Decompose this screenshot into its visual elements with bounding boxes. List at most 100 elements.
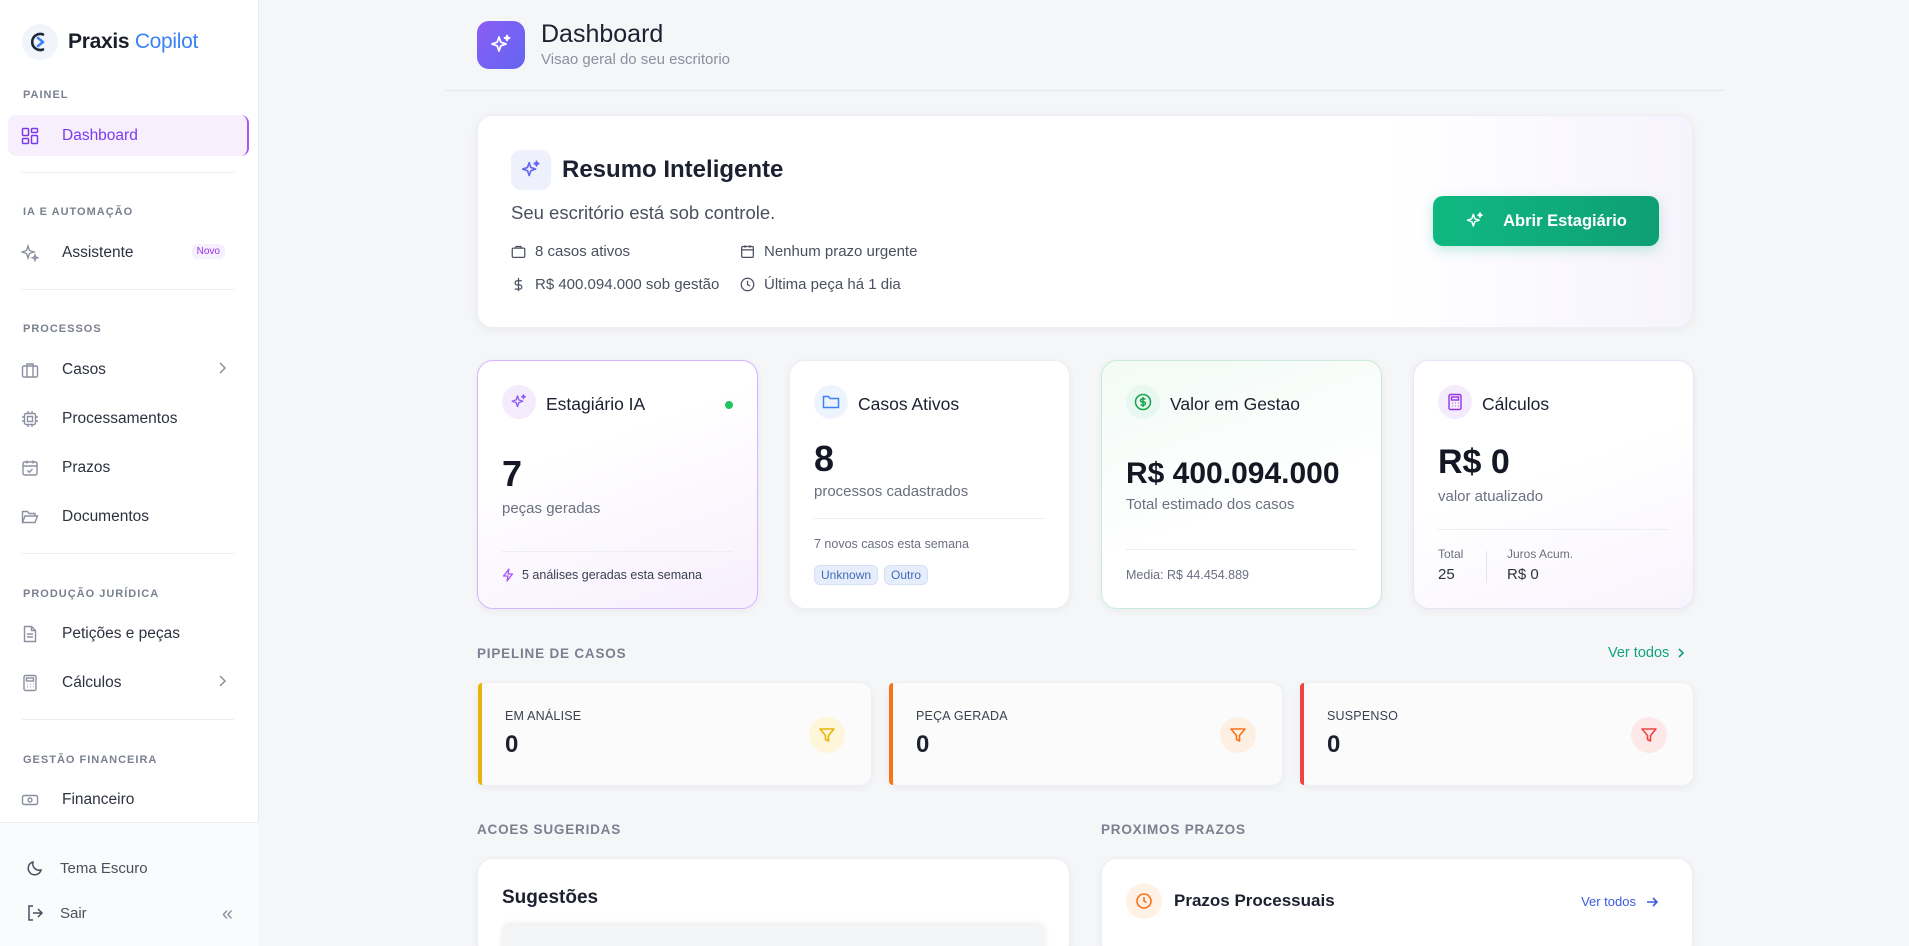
stat-label: Nenhum prazo urgente: [764, 243, 918, 260]
stat-label: 8 casos ativos: [535, 243, 631, 260]
card-title: Prazos Processuais: [1174, 891, 1335, 910]
pipeline-stage-generated[interactable]: PEÇA GERADA 0: [888, 682, 1283, 786]
divider: [22, 289, 234, 290]
status-online-dot: [725, 401, 733, 409]
calculator-icon: [20, 673, 40, 693]
collapse-sidebar-button[interactable]: «: [222, 903, 233, 926]
card-subtitle: peças geradas: [502, 500, 601, 517]
stage-label: SUSPENSO: [1327, 709, 1399, 723]
dollar-circle-icon: [1126, 385, 1160, 419]
stat-last-document: Última peça há 1 dia: [740, 276, 901, 293]
sidebar-item-label: Financeiro: [62, 790, 135, 808]
sidebar-item-assistente[interactable]: Assistente Novo: [8, 232, 249, 273]
sidebar-item-label: Documentos: [62, 507, 150, 525]
pipeline-see-all-link[interactable]: Ver todos: [1608, 645, 1685, 661]
logout-icon: [26, 904, 46, 922]
tag: Outro: [884, 565, 929, 585]
theme-toggle-button[interactable]: Tema Escuro: [26, 859, 148, 877]
section-label-processos: PROCESSOS: [23, 323, 102, 335]
card-footer: 7 novos casos esta semana: [814, 537, 969, 551]
zap-icon: [502, 568, 514, 582]
stat-label: Última peça há 1 dia: [764, 276, 901, 293]
brand-name: Praxis Copilot: [68, 30, 199, 53]
sidebar-item-label: Petições e peças: [62, 624, 181, 642]
card-title: Estagiário IA: [546, 394, 646, 414]
sparkles-icon: [502, 385, 536, 419]
calculations-card[interactable]: Cálculos R$ 0 valor atualizado Total 25 …: [1413, 360, 1694, 609]
folder-open-icon: [20, 507, 40, 527]
logout-label: Sair: [60, 904, 87, 922]
sidebar-item-calculos[interactable]: Cálculos: [8, 662, 249, 703]
divider: [1486, 551, 1487, 583]
upcoming-deadlines-label: PROXIMOS PRAZOS: [1101, 822, 1246, 837]
pipeline-stage-suspended[interactable]: SUSPENSO 0: [1299, 682, 1694, 786]
card-title: Valor em Gestao: [1170, 394, 1301, 414]
open-intern-button[interactable]: Abrir Estagiário: [1433, 196, 1659, 246]
sidebar-footer: Tema Escuro Sair «: [0, 822, 259, 946]
section-label-painel: PAINEL: [23, 89, 69, 101]
case-type-tags: Unknown Outro: [814, 565, 934, 585]
stage-label: EM ANÁLISE: [505, 709, 582, 723]
sidebar: Praxis Copilot PAINEL Dashboard IA E AUT…: [0, 0, 259, 946]
filter-icon: [1631, 717, 1667, 753]
summary-title: Resumo Inteligente: [562, 156, 784, 183]
sidebar-item-casos[interactable]: Casos: [8, 349, 249, 390]
file-text-icon: [20, 624, 40, 644]
managed-value-card[interactable]: Valor em Gestao R$ 400.094.000 Total est…: [1101, 360, 1382, 609]
sparkles-icon: [20, 243, 40, 263]
link-label: Ver todos: [1608, 645, 1670, 661]
sidebar-item-financeiro[interactable]: Financeiro: [8, 779, 249, 820]
card-subtitle: Total estimado dos casos: [1126, 496, 1295, 513]
dollar-icon: [511, 277, 527, 292]
sidebar-item-peticoes[interactable]: Petições e peças: [8, 613, 249, 654]
suggestion-item[interactable]: [502, 925, 1045, 946]
sidebar-item-processamentos[interactable]: Processamentos: [8, 398, 249, 439]
card-value: 7: [502, 453, 523, 494]
interest-label: Juros Acum.: [1507, 547, 1574, 561]
card-value: R$ 0: [1438, 443, 1510, 481]
card-title: Cálculos: [1482, 394, 1550, 414]
deadlines-see-all-link[interactable]: Ver todos: [1581, 894, 1658, 909]
filter-icon: [809, 717, 845, 753]
page-header: Dashboard Visao geral do seu escritorio: [445, 0, 1725, 91]
intern-ai-card[interactable]: Estagiário IA 7 peças geradas 5 análises…: [477, 360, 758, 609]
sidebar-item-documentos[interactable]: Documentos: [8, 496, 249, 537]
section-label-gestao: GESTÃO FINANCEIRA: [23, 754, 158, 766]
sidebar-item-prazos[interactable]: Prazos: [8, 447, 249, 488]
chevron-right-icon: [217, 361, 227, 380]
divider: [814, 518, 1045, 519]
summary-text: Seu escritório está sob controle.: [511, 202, 776, 223]
active-cases-card[interactable]: Casos Ativos 8 processos cadastrados 7 n…: [789, 360, 1070, 609]
card-title: Casos Ativos: [858, 394, 960, 414]
tag: Unknown: [814, 565, 879, 585]
sidebar-item-dashboard[interactable]: Dashboard: [8, 115, 249, 156]
suggestions-card: Sugestões: [477, 858, 1070, 946]
section-label-ia: IA E AUTOMAÇÃO: [23, 206, 134, 218]
stage-color-bar: [478, 683, 482, 785]
button-label: Abrir Estagiário: [1503, 211, 1627, 230]
logout-button[interactable]: Sair: [26, 904, 87, 922]
divider: [1438, 529, 1669, 530]
smart-summary-card: Resumo Inteligente Seu escritório está s…: [477, 115, 1693, 328]
sidebar-item-label: Cálculos: [62, 673, 122, 691]
stage-color-bar: [1300, 683, 1304, 785]
divider: [502, 551, 733, 552]
pipeline-stage-analysis[interactable]: EM ANÁLISE 0: [477, 682, 872, 786]
stat-deadlines: Nenhum prazo urgente: [740, 243, 917, 260]
sidebar-item-label: Dashboard: [62, 126, 138, 144]
clock-icon: [1126, 883, 1162, 919]
divider: [22, 172, 234, 173]
banknote-icon: [20, 790, 40, 810]
chevron-right-icon: [1677, 647, 1685, 659]
divider: [22, 719, 234, 720]
deadlines-card: Prazos Processuais Ver todos: [1101, 858, 1693, 946]
card-subtitle: processos cadastrados: [814, 483, 969, 500]
moon-icon: [26, 859, 46, 877]
calculator-icon: [1438, 385, 1472, 419]
sidebar-item-label: Casos: [62, 360, 106, 378]
pipeline-label: PIPELINE DE CASOS: [477, 646, 627, 661]
brand-logo[interactable]: Praxis Copilot: [22, 24, 198, 60]
clock-icon: [740, 277, 756, 292]
divider: [22, 553, 234, 554]
stage-label: PEÇA GERADA: [916, 709, 1008, 723]
